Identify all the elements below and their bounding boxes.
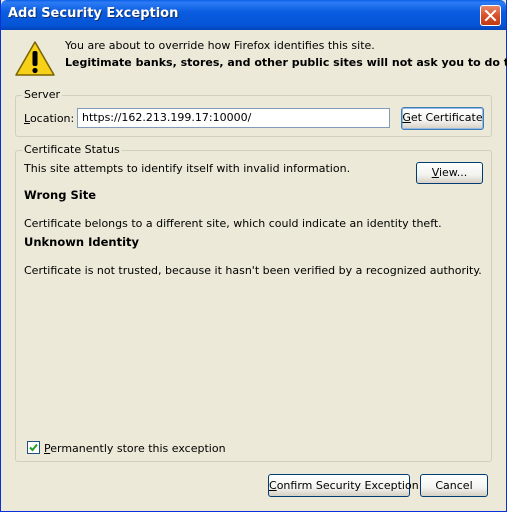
security-exception-dialog: Add Security Exception You are about to … — [0, 0, 507, 512]
status-summary: This site attempts to identify itself wi… — [24, 162, 351, 175]
permanent-store-label[interactable]: Permanently store this exception — [44, 442, 226, 455]
intro-warning: Legitimate banks, stores, and other publ… — [65, 56, 507, 69]
location-label: Location: — [24, 112, 75, 125]
wrong-site-text: Certificate belongs to a different site,… — [24, 217, 442, 230]
view-button[interactable]: View... — [416, 162, 483, 184]
intro-message: You are about to override how Firefox id… — [65, 39, 375, 52]
cancel-button[interactable]: Cancel — [420, 474, 488, 497]
server-group-label: Server — [22, 88, 63, 101]
get-certificate-button[interactable]: Get Certificate — [401, 107, 484, 130]
confirm-security-exception-button[interactable]: Confirm Security Exception — [268, 474, 419, 497]
unknown-identity-text: Certificate is not trusted, because it h… — [24, 264, 482, 277]
permanent-store-checkbox[interactable] — [27, 441, 40, 454]
close-button[interactable] — [480, 5, 501, 26]
unknown-identity-heading: Unknown Identity — [24, 235, 140, 249]
certificate-status-group: Certificate Status This site attempts to… — [15, 143, 492, 462]
window-title: Add Security Exception — [8, 6, 179, 21]
server-group: Server Location: https://162.213.199.17:… — [15, 88, 492, 137]
wrong-site-heading: Wrong Site — [24, 188, 96, 202]
warning-icon — [14, 40, 56, 81]
certificate-status-label: Certificate Status — [22, 143, 122, 156]
title-bar[interactable]: Add Security Exception — [1, 0, 506, 30]
location-input[interactable]: https://162.213.199.17:10000/ — [77, 108, 390, 128]
